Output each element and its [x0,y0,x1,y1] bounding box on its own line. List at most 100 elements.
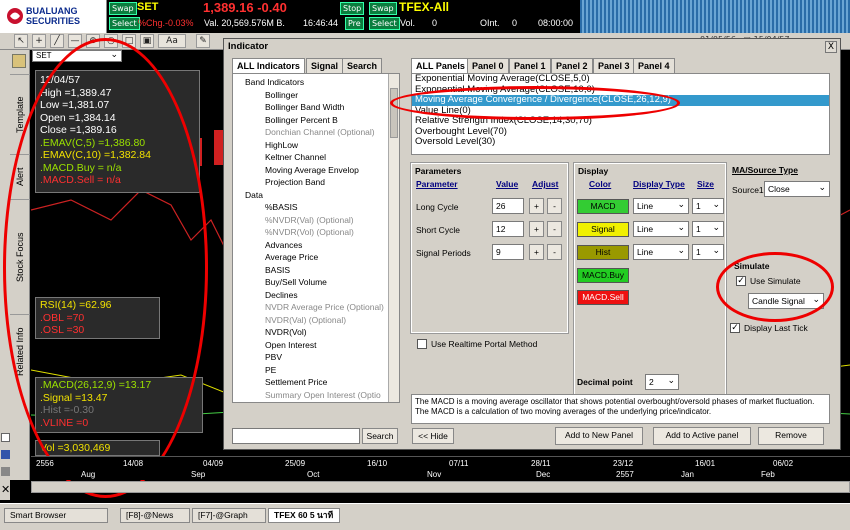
pencil-tool-icon[interactable]: ✎ [196,34,210,48]
tree-item[interactable]: Buy/Sell Volume [237,276,399,289]
tab-panel-0[interactable]: Panel 0 [467,58,509,73]
task-graph[interactable]: [F7]-@Graph [192,508,266,523]
signal-periods-minus-button[interactable]: - [547,244,562,260]
macd-size-select[interactable]: 1 [692,197,724,214]
tree-item[interactable]: BASIS [237,264,399,277]
swap2-button[interactable]: Swap [369,2,397,15]
col-adjust: Adjust [532,179,559,189]
tab-signal[interactable]: Signal [306,58,344,73]
tree-group[interactable]: Band Indicators [237,76,399,89]
decimal-point-select[interactable]: 2 [645,373,679,390]
indicator-tree[interactable]: Band Indicators Bollinger Bollinger Band W… [232,73,400,403]
search-input[interactable] [232,428,360,444]
tree-scroll-thumb[interactable] [390,88,398,138]
axis-label: Aug [81,470,96,479]
tree-item[interactable]: Declines [237,289,399,302]
tree-item[interactable]: Bollinger [237,89,399,102]
source1-select[interactable]: Close [764,180,830,197]
tree-scrollbar[interactable] [388,74,399,402]
param-short-cycle-input[interactable]: 12 [492,221,524,237]
tree-item[interactable]: Average Price [237,251,399,264]
param-long-cycle-input[interactable]: 26 [492,198,524,214]
col-parameter: Parameter [416,179,458,189]
select2-button[interactable]: Select [369,17,400,30]
stop-button[interactable]: Stop [340,2,365,15]
tab-all-indicators[interactable]: ALL Indicators [232,58,305,73]
tree-item[interactable]: Donchian Channel (Optional) [237,126,399,139]
tree-item[interactable]: Moving Average Envelop [237,164,399,177]
macd-sell-color-swatch[interactable]: MACD.Sell [577,290,629,305]
tab-panel-1[interactable]: Panel 1 [509,58,551,73]
tree-item[interactable]: Bollinger Percent B [237,114,399,127]
hist-color-swatch[interactable]: Hist [577,245,629,260]
hide-button[interactable]: << Hide [412,428,454,444]
swap-button[interactable]: Swap [109,2,137,15]
signal-size-select[interactable]: 1 [692,220,724,237]
signal-display-type-select[interactable]: Line [633,220,689,237]
tab-all-panels[interactable]: ALL Panels [411,58,470,73]
long-cycle-plus-button[interactable]: + [529,198,544,214]
line-tool-icon[interactable]: ╱ [50,34,64,48]
tree-group[interactable]: Data [237,189,399,202]
remove-button[interactable]: Remove [758,427,824,445]
tree-item[interactable]: %NVDR(Vol) (Optional) [237,226,399,239]
text-tool-icon[interactable]: Aa [158,34,186,48]
pre-button[interactable]: Pre [345,17,364,30]
task-tfex[interactable]: TFEX 60 5 นาที [268,508,340,523]
dialog-close-icon[interactable]: X [825,41,837,53]
pointer-tool-icon[interactable]: ↖ [14,34,28,48]
tree-item[interactable]: Open Interest [237,339,399,352]
add-new-panel-button[interactable]: Add to New Panel [555,427,643,445]
fill-tool-icon[interactable]: ▣ [140,34,154,48]
axis-label: 14/08 [123,459,144,468]
tree-item[interactable]: Advances [237,239,399,252]
tab-panel-2[interactable]: Panel 2 [551,58,593,73]
select-button[interactable]: Select [109,17,140,30]
hist-size-select[interactable]: 1 [692,243,724,260]
tree-item[interactable]: Settlement Price [237,376,399,389]
print-icon[interactable] [1,467,10,476]
tab-panel-4[interactable]: Panel 4 [633,58,675,73]
save-icon[interactable] [1,450,10,459]
tree-item[interactable]: NVDR(Vol) [237,326,399,339]
tab-panel-3[interactable]: Panel 3 [593,58,635,73]
macd-buy-color-swatch[interactable]: MACD.Buy [577,268,629,283]
tree-item[interactable]: %BASIS [237,201,399,214]
short-cycle-plus-button[interactable]: + [529,221,544,237]
folder-icon[interactable] [12,54,26,68]
crosshair-tool-icon[interactable]: + [32,34,46,48]
tree-item[interactable]: HighLow [237,139,399,152]
logo-text-2: SECURITIES [26,16,81,26]
param-signal-periods-input[interactable]: 9 [492,244,524,260]
annotation-oval-selection [390,86,680,120]
display-last-tick-label: Display Last Tick [744,323,808,333]
long-cycle-minus-button[interactable]: - [547,198,562,214]
macd-color-swatch[interactable]: MACD [577,199,629,214]
tree-item[interactable]: Keltner Channel [237,151,399,164]
add-active-panel-button[interactable]: Add to Active panel [653,427,751,445]
signal-color-swatch[interactable]: Signal [577,222,629,237]
tab-search[interactable]: Search [342,58,383,73]
new-doc-icon[interactable] [1,433,10,442]
realtime-portal-checkbox[interactable] [417,339,427,349]
horizontal-scrollbar[interactable] [31,481,850,493]
close-x-icon[interactable]: ✕ [1,483,10,496]
hist-display-type-select[interactable]: Line [633,243,689,260]
tree-item[interactable]: Projection Band [237,176,399,189]
signal-periods-plus-button[interactable]: + [529,244,544,260]
smart-browser-button[interactable]: Smart Browser [4,508,108,523]
panel-indicator-item[interactable]: Exponential Moving Average(CLOSE,5,0) [412,74,829,85]
tree-item[interactable]: Bollinger Band Width [237,101,399,114]
tree-item[interactable]: %NVDR(Val) (Optional) [237,214,399,227]
tree-item[interactable]: PBV [237,351,399,364]
search-button[interactable]: Search [362,428,398,444]
display-last-tick-checkbox[interactable]: ✓ [730,323,740,333]
macd-display-type-select[interactable]: Line [633,197,689,214]
tree-item[interactable]: PE [237,364,399,377]
tree-item[interactable]: NVDR Average Price (Optional) [237,301,399,314]
panel-indicator-item[interactable]: Oversold Level(30) [412,136,829,148]
task-news[interactable]: [F8]-@News [120,508,190,523]
tree-item[interactable]: Summary Open Interest (Optio [237,389,399,402]
short-cycle-minus-button[interactable]: - [547,221,562,237]
tree-item[interactable]: NVDR(Val) (Optional) [237,314,399,327]
